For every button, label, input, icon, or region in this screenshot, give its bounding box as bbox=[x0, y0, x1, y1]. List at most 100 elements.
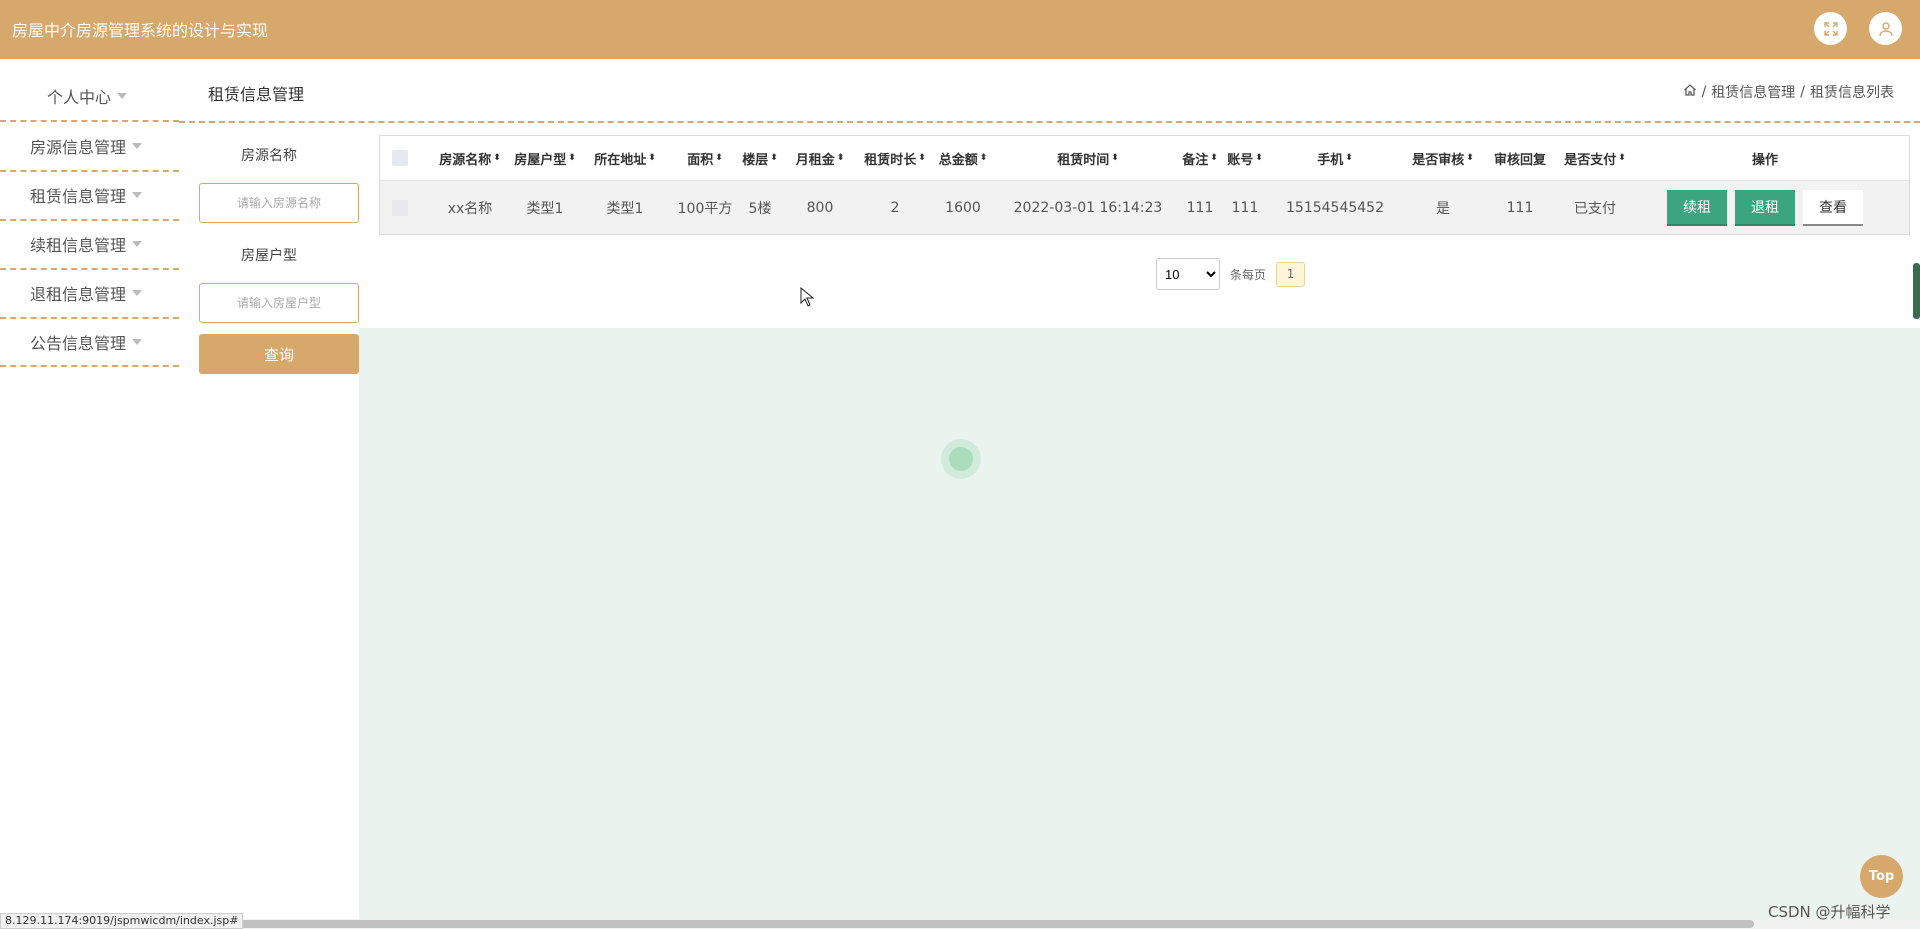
sidebar-item-notices[interactable]: 公告信息管理 bbox=[0, 317, 179, 366]
sidebar-item-listings[interactable]: 房源信息管理 bbox=[0, 121, 179, 170]
sidebar-item-label: 续租信息管理 bbox=[30, 235, 127, 255]
user-icon[interactable] bbox=[1869, 12, 1902, 45]
table-panel: 房源名称 ⬍ 房屋户型 ⬍ 所在地址 ⬍ 面积 ⬍ 楼层 ⬍ 月租金 ⬍ 租赁时长 ⬍ 总金额… bbox=[359, 123, 1920, 328]
select-all-checkbox[interactable] bbox=[380, 136, 420, 180]
column-header[interactable]: 是否支付 ⬍ bbox=[1555, 136, 1635, 180]
table-cell: 15154545452 bbox=[1286, 199, 1384, 216]
page-header: 租赁信息管理 / 租赁信息管理 / 租赁信息列表 bbox=[179, 59, 1920, 121]
watermark: CSDN @升幅科学 bbox=[1768, 903, 1891, 921]
column-header[interactable]: 是否审核 ⬍ bbox=[1403, 136, 1483, 180]
column-header: 操作 bbox=[1751, 152, 1778, 168]
column-header: 审核回复 bbox=[1493, 152, 1546, 168]
caret-down-icon bbox=[132, 289, 143, 296]
sidebar-item-label: 退租信息管理 bbox=[30, 284, 127, 304]
column-header[interactable]: 楼层 ⬍ bbox=[730, 136, 790, 180]
caret-down-icon bbox=[132, 240, 143, 247]
column-header[interactable]: 房源名称 ⬍ bbox=[425, 136, 515, 180]
table-cell: 2022-03-01 16:14:23 bbox=[1013, 199, 1163, 216]
type-filter-label: 房屋户型 bbox=[241, 248, 297, 264]
sort-icon: ⬍ bbox=[979, 152, 988, 163]
app-title: 房屋中介房源管理系统的设计与实现 bbox=[12, 21, 269, 40]
sidebar-item-label: 租赁信息管理 bbox=[30, 186, 127, 206]
sort-icon: ⬍ bbox=[918, 152, 926, 163]
column-header[interactable]: 所在地址 ⬍ bbox=[585, 136, 665, 180]
sidebar-item-personal-center[interactable]: 个人中心 bbox=[0, 71, 179, 120]
home-icon[interactable] bbox=[1683, 83, 1697, 101]
breadcrumb: / 租赁信息管理 / 租赁信息列表 bbox=[1683, 82, 1894, 102]
sort-icon: ⬍ bbox=[715, 152, 723, 163]
per-page-label: 条每页 bbox=[1230, 267, 1267, 282]
sidebar-item-label: 公告信息管理 bbox=[30, 333, 127, 353]
column-header[interactable]: 备注 ⬍ bbox=[1175, 136, 1225, 180]
sort-icon: ⬍ bbox=[836, 152, 845, 163]
renew-button[interactable]: 续租 bbox=[1667, 189, 1727, 226]
table-cell: 已支付 bbox=[1574, 200, 1616, 217]
caret-down-icon bbox=[117, 92, 128, 99]
sort-icon: ⬍ bbox=[1466, 152, 1474, 163]
table-header: 房源名称 ⬍ 房屋户型 ⬍ 所在地址 ⬍ 面积 ⬍ 楼层 ⬍ 月租金 ⬍ 租赁时长 ⬍ 总金额… bbox=[380, 136, 1909, 181]
sidebar-item-label: 个人中心 bbox=[47, 87, 112, 107]
table-row: xx名称 类型1 类型1 100平方 5楼 800 2 1600 2022-03… bbox=[380, 181, 1909, 234]
column-header[interactable]: 账号 ⬍ bbox=[1220, 136, 1270, 180]
sidebar-item-renewal[interactable]: 续租信息管理 bbox=[0, 219, 179, 268]
sidebar-item-label: 房源信息管理 bbox=[30, 137, 127, 157]
table-cell: 类型1 bbox=[526, 200, 564, 217]
column-header[interactable]: 手机 ⬍ bbox=[1270, 136, 1400, 180]
column-header[interactable]: 总金额 ⬍ bbox=[928, 136, 998, 180]
page-title: 租赁信息管理 bbox=[208, 85, 305, 104]
table-cell: 2 bbox=[890, 199, 900, 216]
sort-icon: ⬍ bbox=[1255, 152, 1263, 163]
filter-panel: 房源名称 房屋户型 查询 bbox=[179, 123, 359, 929]
sort-icon: ⬍ bbox=[648, 152, 656, 163]
sidebar: 个人中心 房源信息管理 租赁信息管理 续租信息管理 退租信息管理 公告信息管理 bbox=[0, 59, 179, 929]
caret-down-icon bbox=[132, 142, 143, 149]
sort-icon: ⬍ bbox=[493, 152, 501, 163]
sort-icon: ⬍ bbox=[1345, 152, 1353, 163]
sort-icon: ⬍ bbox=[1210, 152, 1218, 163]
sidebar-item-termination[interactable]: 退租信息管理 bbox=[0, 268, 179, 317]
column-header[interactable]: 房屋户型 ⬍ bbox=[505, 136, 585, 180]
sort-icon: ⬍ bbox=[1111, 152, 1119, 163]
table-cell: 是 bbox=[1436, 200, 1450, 217]
type-search-input[interactable] bbox=[199, 283, 359, 323]
status-url: 8.129.11.174:9019/jspmwicdm/index.jsp# bbox=[0, 913, 244, 929]
caret-down-icon bbox=[132, 338, 143, 345]
rental-table: 房源名称 ⬍ 房屋户型 ⬍ 所在地址 ⬍ 面积 ⬍ 楼层 ⬍ 月租金 ⬍ 租赁时长 ⬍ 总金额… bbox=[379, 135, 1910, 235]
column-header[interactable]: 月租金 ⬍ bbox=[785, 136, 855, 180]
table-cell: 111 bbox=[1231, 199, 1259, 216]
table-cell: 111 bbox=[1506, 199, 1534, 216]
column-header[interactable]: 租赁时间 ⬍ bbox=[998, 136, 1178, 180]
table-cell: 1600 bbox=[945, 199, 981, 216]
column-header[interactable]: 租赁时长 ⬍ bbox=[855, 136, 935, 180]
table-cell: xx名称 bbox=[447, 200, 493, 217]
breadcrumb-item-current: 租赁信息列表 bbox=[1810, 85, 1894, 101]
name-filter-label: 房源名称 bbox=[241, 148, 297, 164]
caret-down-icon bbox=[132, 191, 143, 198]
table-cell: 类型1 bbox=[606, 200, 644, 217]
pagination: 10 条每页 1 bbox=[1156, 258, 1306, 290]
sort-icon: ⬍ bbox=[568, 152, 576, 163]
horizontal-scrollbar-thumb[interactable] bbox=[180, 920, 1754, 928]
table-cell: 5楼 bbox=[748, 200, 772, 217]
sort-icon: ⬍ bbox=[1618, 152, 1626, 163]
view-button[interactable]: 查看 bbox=[1803, 189, 1863, 226]
back-to-top-button[interactable]: Top bbox=[1860, 855, 1903, 898]
page-number-current[interactable]: 1 bbox=[1276, 261, 1306, 287]
page-size-select[interactable]: 10 bbox=[1156, 258, 1220, 290]
sort-icon: ⬍ bbox=[770, 152, 778, 163]
row-actions: 续租 退租 查看 bbox=[1640, 181, 1890, 234]
divider bbox=[0, 365, 179, 367]
query-button[interactable]: 查询 bbox=[199, 334, 359, 374]
table-cell: 800 bbox=[806, 199, 834, 216]
loading-spinner bbox=[941, 439, 981, 479]
sidebar-item-rental[interactable]: 租赁信息管理 bbox=[0, 170, 179, 219]
name-search-input[interactable] bbox=[199, 183, 359, 223]
mouse-cursor-icon bbox=[800, 286, 815, 311]
vertical-scrollbar[interactable] bbox=[1913, 263, 1920, 319]
top-bar: 房屋中介房源管理系统的设计与实现 bbox=[0, 0, 1920, 59]
fullscreen-icon[interactable] bbox=[1814, 12, 1847, 45]
breadcrumb-item[interactable]: 租赁信息管理 bbox=[1711, 82, 1795, 102]
row-checkbox[interactable] bbox=[380, 181, 420, 234]
terminate-button[interactable]: 退租 bbox=[1735, 189, 1795, 226]
table-cell: 111 bbox=[1186, 199, 1214, 216]
